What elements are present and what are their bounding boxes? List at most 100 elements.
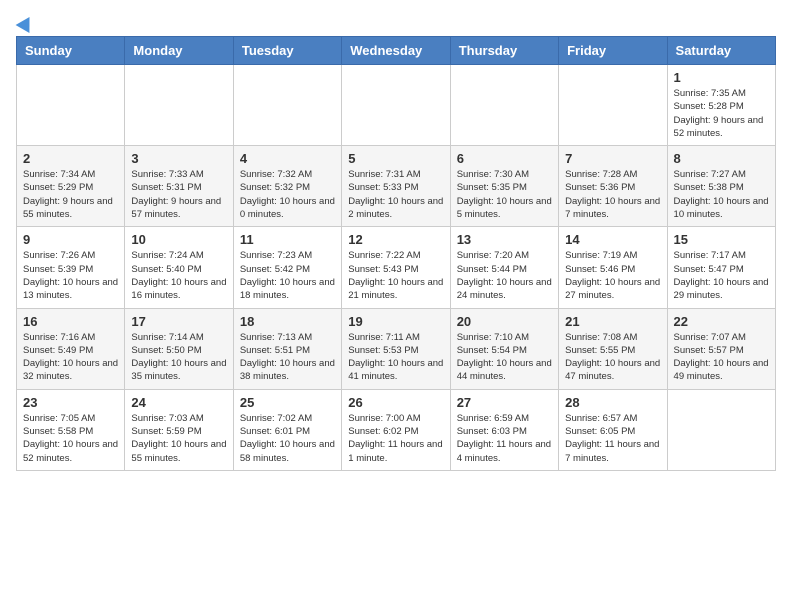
weekday-header-monday: Monday [125,37,233,65]
day-info: Sunrise: 7:05 AM Sunset: 5:58 PM Dayligh… [23,412,118,465]
calendar-week-row: 16 Sunrise: 7:16 AM Sunset: 5:49 PM Dayli… [17,308,776,389]
calendar-cell: 24 Sunrise: 7:03 AM Sunset: 5:59 PM Dayli… [125,389,233,470]
calendar-cell: 9 Sunrise: 7:26 AM Sunset: 5:39 PM Daylig… [17,227,125,308]
logo-triangle-icon [16,13,37,33]
day-info: Sunrise: 7:32 AM Sunset: 5:32 PM Dayligh… [240,168,335,221]
day-number: 2 [23,151,118,166]
day-number: 20 [457,314,552,329]
day-number: 27 [457,395,552,410]
day-number: 9 [23,232,118,247]
calendar-cell: 2 Sunrise: 7:34 AM Sunset: 5:29 PM Daylig… [17,146,125,227]
calendar-cell: 27 Sunrise: 6:59 AM Sunset: 6:03 PM Dayli… [450,389,558,470]
day-info: Sunrise: 7:08 AM Sunset: 5:55 PM Dayligh… [565,331,660,384]
calendar-cell: 6 Sunrise: 7:30 AM Sunset: 5:35 PM Daylig… [450,146,558,227]
day-info: Sunrise: 7:30 AM Sunset: 5:35 PM Dayligh… [457,168,552,221]
calendar-cell [17,65,125,146]
day-number: 11 [240,232,335,247]
calendar-cell [125,65,233,146]
day-number: 10 [131,232,226,247]
calendar-cell: 10 Sunrise: 7:24 AM Sunset: 5:40 PM Dayli… [125,227,233,308]
weekday-header-sunday: Sunday [17,37,125,65]
day-number: 24 [131,395,226,410]
calendar-cell [450,65,558,146]
calendar-cell: 15Sunrise: 7:17 AM Sunset: 5:47 PM Dayli… [667,227,775,308]
calendar-week-row: 9 Sunrise: 7:26 AM Sunset: 5:39 PM Daylig… [17,227,776,308]
calendar-cell: 23 Sunrise: 7:05 AM Sunset: 5:58 PM Dayli… [17,389,125,470]
day-number: 8 [674,151,769,166]
day-number: 12 [348,232,443,247]
weekday-header-saturday: Saturday [667,37,775,65]
calendar-cell: 12 Sunrise: 7:22 AM Sunset: 5:43 PM Dayli… [342,227,450,308]
weekday-header-friday: Friday [559,37,667,65]
calendar-week-row: 2 Sunrise: 7:34 AM Sunset: 5:29 PM Daylig… [17,146,776,227]
calendar-cell: 14 Sunrise: 7:19 AM Sunset: 5:46 PM Dayli… [559,227,667,308]
calendar-cell: 20 Sunrise: 7:10 AM Sunset: 5:54 PM Dayli… [450,308,558,389]
day-info: Sunrise: 7:00 AM Sunset: 6:02 PM Dayligh… [348,412,443,465]
calendar-cell [667,389,775,470]
day-number: 1 [674,70,769,85]
calendar-cell: 22Sunrise: 7:07 AM Sunset: 5:57 PM Dayli… [667,308,775,389]
day-number: 4 [240,151,335,166]
day-info: Sunrise: 7:19 AM Sunset: 5:46 PM Dayligh… [565,249,660,302]
calendar-cell: 3 Sunrise: 7:33 AM Sunset: 5:31 PM Daylig… [125,146,233,227]
weekday-header-thursday: Thursday [450,37,558,65]
day-info: Sunrise: 7:33 AM Sunset: 5:31 PM Dayligh… [131,168,226,221]
day-info: Sunrise: 6:57 AM Sunset: 6:05 PM Dayligh… [565,412,660,465]
day-number: 13 [457,232,552,247]
calendar-cell: 17 Sunrise: 7:14 AM Sunset: 5:50 PM Dayli… [125,308,233,389]
calendar-week-row: 1 Sunrise: 7:35 AM Sunset: 5:28 PM Daylig… [17,65,776,146]
day-number: 23 [23,395,118,410]
day-info: Sunrise: 7:23 AM Sunset: 5:42 PM Dayligh… [240,249,335,302]
calendar-cell: 7 Sunrise: 7:28 AM Sunset: 5:36 PM Daylig… [559,146,667,227]
day-number: 21 [565,314,660,329]
weekday-header-wednesday: Wednesday [342,37,450,65]
day-number: 25 [240,395,335,410]
day-info: Sunrise: 6:59 AM Sunset: 6:03 PM Dayligh… [457,412,552,465]
day-info: Sunrise: 7:31 AM Sunset: 5:33 PM Dayligh… [348,168,443,221]
day-info: Sunrise: 7:13 AM Sunset: 5:51 PM Dayligh… [240,331,335,384]
day-info: Sunrise: 7:16 AM Sunset: 5:49 PM Dayligh… [23,331,118,384]
day-info: Sunrise: 7:22 AM Sunset: 5:43 PM Dayligh… [348,249,443,302]
calendar-cell [342,65,450,146]
calendar-cell: 25 Sunrise: 7:02 AM Sunset: 6:01 PM Dayli… [233,389,341,470]
day-number: 18 [240,314,335,329]
day-info: Sunrise: 7:03 AM Sunset: 5:59 PM Dayligh… [131,412,226,465]
calendar-cell: 1 Sunrise: 7:35 AM Sunset: 5:28 PM Daylig… [667,65,775,146]
day-info: Sunrise: 7:28 AM Sunset: 5:36 PM Dayligh… [565,168,660,221]
day-number: 15 [674,232,769,247]
day-info: Sunrise: 7:34 AM Sunset: 5:29 PM Dayligh… [23,168,118,221]
calendar-cell: 28 Sunrise: 6:57 AM Sunset: 6:05 PM Dayli… [559,389,667,470]
day-info: Sunrise: 7:26 AM Sunset: 5:39 PM Dayligh… [23,249,118,302]
day-number: 16 [23,314,118,329]
day-info: Sunrise: 7:35 AM Sunset: 5:28 PM Dayligh… [674,87,769,140]
calendar-cell: 21 Sunrise: 7:08 AM Sunset: 5:55 PM Dayli… [559,308,667,389]
calendar-cell: 19 Sunrise: 7:11 AM Sunset: 5:53 PM Dayli… [342,308,450,389]
calendar-cell: 11 Sunrise: 7:23 AM Sunset: 5:42 PM Dayli… [233,227,341,308]
day-info: Sunrise: 7:20 AM Sunset: 5:44 PM Dayligh… [457,249,552,302]
calendar-cell: 4 Sunrise: 7:32 AM Sunset: 5:32 PM Daylig… [233,146,341,227]
day-info: Sunrise: 7:10 AM Sunset: 5:54 PM Dayligh… [457,331,552,384]
day-info: Sunrise: 7:27 AM Sunset: 5:38 PM Dayligh… [674,168,769,221]
day-info: Sunrise: 7:11 AM Sunset: 5:53 PM Dayligh… [348,331,443,384]
weekday-header-tuesday: Tuesday [233,37,341,65]
calendar-cell: 26 Sunrise: 7:00 AM Sunset: 6:02 PM Dayli… [342,389,450,470]
day-number: 17 [131,314,226,329]
calendar-cell [233,65,341,146]
day-info: Sunrise: 7:02 AM Sunset: 6:01 PM Dayligh… [240,412,335,465]
calendar-cell: 13 Sunrise: 7:20 AM Sunset: 5:44 PM Dayli… [450,227,558,308]
day-number: 22 [674,314,769,329]
day-number: 3 [131,151,226,166]
day-number: 5 [348,151,443,166]
calendar-cell: 5 Sunrise: 7:31 AM Sunset: 5:33 PM Daylig… [342,146,450,227]
day-number: 28 [565,395,660,410]
day-number: 6 [457,151,552,166]
day-number: 14 [565,232,660,247]
calendar-table: SundayMondayTuesdayWednesdayThursdayFrid… [16,36,776,471]
day-number: 7 [565,151,660,166]
logo [16,16,34,28]
page-header [16,16,776,28]
day-info: Sunrise: 7:14 AM Sunset: 5:50 PM Dayligh… [131,331,226,384]
day-info: Sunrise: 7:24 AM Sunset: 5:40 PM Dayligh… [131,249,226,302]
day-number: 26 [348,395,443,410]
day-number: 19 [348,314,443,329]
